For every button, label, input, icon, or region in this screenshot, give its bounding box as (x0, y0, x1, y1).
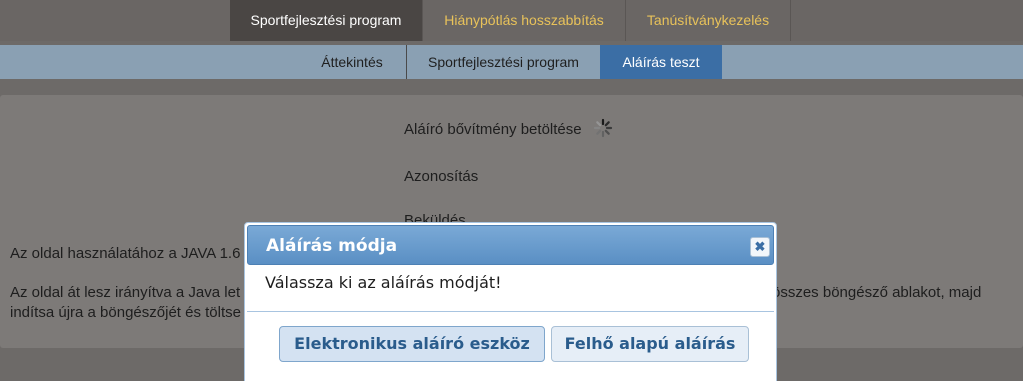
sub-nav: Áttekintés Sportfejlesztési program Aláí… (0, 45, 1023, 79)
redirect-info-text: Az oldal át lesz irányítva a Java let (10, 284, 241, 301)
top-tab-tanusitvanykezeles[interactable]: Tanúsítványkezelés (626, 0, 791, 41)
restart-browser-text: indítsa újra a böngészőjét és töltse (10, 304, 241, 321)
top-tab-hianypotlas-hosszabbitas[interactable]: Hiánypótlás hosszabbítás (423, 0, 626, 41)
cloud-signing-button[interactable]: Felhő alapú aláírás (551, 326, 749, 362)
dialog-message: Válassza ki az aláírás módját! (265, 273, 502, 292)
sub-tab-attekintes[interactable]: Áttekintés (298, 45, 407, 79)
loading-spinner-icon (593, 118, 613, 138)
signing-method-dialog: Aláírás módja ✖ Válassza ki az aláírás m… (244, 222, 777, 381)
top-tab-sportfejlesztesi-program[interactable]: Sportfejlesztési program (230, 0, 423, 41)
java-requirement-text: Az oldal használatához a JAVA 1.6 (10, 245, 241, 262)
top-nav: Sportfejlesztési program Hiánypótlás hos… (0, 0, 1023, 41)
dialog-title: Aláírás módja (266, 236, 398, 256)
close-icon[interactable]: ✖ (750, 237, 770, 257)
step-plugin-loading: Aláíró bővítmény betöltése (404, 121, 582, 138)
dialog-divider (247, 311, 774, 312)
electronic-signing-device-button[interactable]: Elektronikus aláíró eszköz (279, 326, 545, 362)
sub-tab-alairas-teszt[interactable]: Aláírás teszt (600, 45, 722, 79)
redirect-info-text-right: összes böngésző ablakot, majd (772, 284, 982, 301)
step-identification: Azonosítás (404, 168, 479, 185)
sub-tab-sportfejlesztesi-program[interactable]: Sportfejlesztési program (407, 45, 600, 79)
dialog-header: Aláírás módja ✖ (247, 225, 774, 265)
